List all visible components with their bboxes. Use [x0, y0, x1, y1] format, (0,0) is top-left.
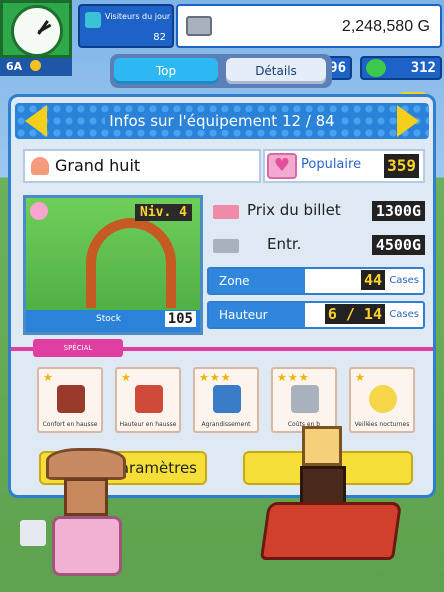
facility-name-field[interactable]: Grand huit	[23, 149, 261, 183]
facility-preview: Niv. 4 Stock 105	[23, 195, 203, 335]
heart-icon: ♥	[267, 153, 297, 179]
stock-bar: Stock 105	[26, 310, 200, 332]
stock-value: 105	[164, 311, 196, 327]
stars: ★	[121, 371, 132, 384]
tab-details[interactable]: Détails	[226, 58, 326, 84]
seat-icon	[57, 385, 85, 413]
zone-label: Zone	[219, 274, 250, 288]
stars: ★	[355, 371, 366, 384]
lightbulb-icon	[369, 385, 397, 413]
height-unit: Cases	[389, 309, 419, 320]
daily-visitors-panel: Visiteurs du jour 82	[78, 4, 174, 48]
panel-title-bar: Infos sur l'équipement 12 / 84	[15, 103, 429, 139]
ticket-value: 1300G	[371, 201, 425, 221]
popularity-value: 359	[384, 154, 419, 178]
height-label: Hauteur	[219, 308, 268, 322]
height-value: 6 / 14	[324, 304, 385, 324]
entry-price-row[interactable]: Entr. 4500G	[207, 231, 425, 263]
cash-down-icon	[291, 385, 319, 413]
flower-icon	[30, 202, 48, 220]
previous-arrow-icon[interactable]	[25, 105, 47, 137]
counter-right-value: 312	[410, 60, 436, 76]
ticket-icon	[213, 205, 239, 219]
level-value: 4	[179, 205, 187, 220]
money-panel: 2,248,580 G	[176, 4, 442, 48]
card-label: Agrandissement	[201, 421, 251, 428]
zone-value: 44	[360, 270, 385, 290]
clock-widget[interactable]	[0, 0, 72, 58]
sun-icon	[30, 60, 42, 71]
roller-coaster-image	[86, 218, 176, 308]
cash-icon	[186, 16, 212, 36]
entry-value: 4500G	[371, 235, 425, 255]
special-card-comfort[interactable]: ★ Confort en hausse	[37, 367, 103, 433]
tab-top[interactable]: Top	[114, 58, 218, 84]
ticket-label: Prix du billet	[247, 201, 341, 219]
date-indicator: 6A	[0, 58, 72, 76]
special-card-expand[interactable]: ★★★ Agrandissement	[193, 367, 259, 433]
stars: ★★★	[199, 371, 232, 384]
stock-label: Stock	[96, 314, 121, 324]
counter-right: 312	[360, 56, 442, 80]
stars: ★★★	[277, 371, 310, 384]
special-tag: SPÉCIAL	[33, 339, 123, 357]
stars: ★	[43, 371, 54, 384]
height-bar: Hauteur 6 / 14 Cases	[207, 301, 425, 329]
money-value: 2,248,580 G	[341, 18, 430, 35]
frog-icon	[366, 59, 386, 77]
special-card-night[interactable]: ★ Veillées nocturnes	[349, 367, 415, 433]
entry-label: Entr.	[267, 235, 302, 253]
cowboy-character	[38, 448, 134, 588]
popularity-label: Populaire	[301, 157, 362, 172]
visitor-icon	[85, 12, 101, 28]
zone-bar: Zone 44 Cases	[207, 267, 425, 295]
building-icon	[213, 385, 241, 413]
rider-character	[259, 426, 404, 576]
ticket-price-row[interactable]: Prix du billet 1300G	[207, 197, 425, 229]
special-cards: ★ Confort en hausse ★ Hauteur en hausse …	[37, 367, 417, 433]
tab-bar: Top Détails	[110, 54, 332, 88]
next-arrow-icon[interactable]	[397, 105, 419, 137]
special-card-costs[interactable]: ★★★ Coûts en b	[271, 367, 337, 433]
zone-unit: Cases	[389, 275, 419, 286]
visitors-value: 82	[153, 32, 166, 43]
special-card-height[interactable]: ★ Hauteur en hausse	[115, 367, 181, 433]
level-badge: Niv. 4	[135, 204, 192, 221]
popularity-box: ♥ Populaire 359	[263, 149, 425, 183]
date-label: 6A	[6, 60, 23, 73]
cash-icon	[213, 239, 239, 253]
clock-icon	[11, 5, 63, 57]
facility-category-icon	[31, 157, 49, 175]
height-up-icon	[135, 385, 163, 413]
panel-title: Infos sur l'équipement 12 / 84	[105, 112, 339, 130]
facility-name: Grand huit	[55, 156, 141, 175]
level-label: Niv.	[140, 205, 172, 220]
visitors-label: Visiteurs du jour	[105, 12, 171, 21]
card-label: Hauteur en hausse	[119, 421, 177, 428]
card-label: Confort en hausse	[42, 421, 98, 428]
